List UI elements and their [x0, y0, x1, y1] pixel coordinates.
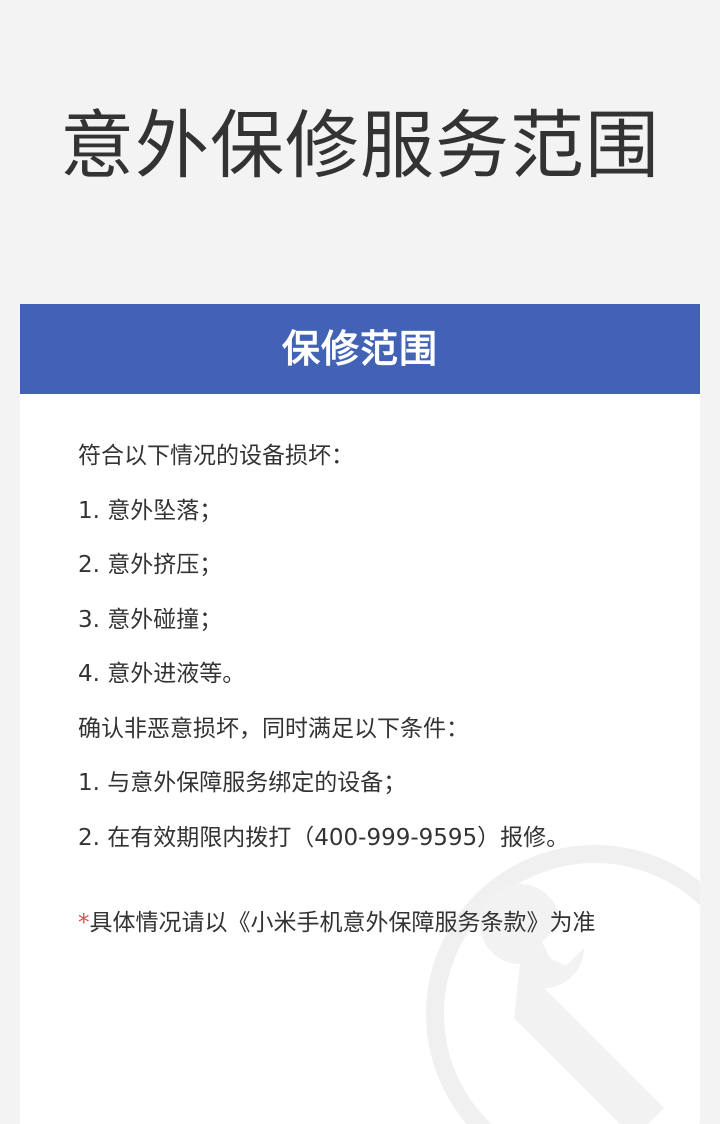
condition-intro-text: 确认非恶意损坏，同时满足以下条件：	[78, 715, 469, 742]
damage-item: 4. 意外进液等。	[78, 661, 246, 687]
damage-item: 1. 意外坠落；	[78, 497, 223, 524]
damage-item: 3. 意外碰撞；	[78, 606, 223, 633]
note-text: 具体情况请以《小米手机意外保障服务条款》为准	[89, 909, 596, 936]
note-asterisk: *	[78, 909, 90, 936]
terms-note: *具体情况请以《小米手机意外保障服务条款》为准	[78, 907, 700, 939]
condition-item: 2. 在有效期限内拨打（400-999-9595）报修。	[78, 824, 570, 851]
page-title: 意外保修服务范围	[60, 103, 660, 189]
condition-item: 1. 与意外保障服务绑定的设备；	[78, 770, 407, 796]
coverage-card: 保修范围 符合以下情况的设备损坏： 1. 意外坠落； 2. 意外挤压； 3. 意…	[20, 304, 700, 1124]
card-body: 符合以下情况的设备损坏： 1. 意外坠落； 2. 意外挤压； 3. 意外碰撞； …	[20, 394, 700, 939]
intro-text: 符合以下情况的设备损坏：	[78, 443, 354, 469]
damage-item: 2. 意外挤压；	[78, 552, 223, 578]
card-header: 保修范围	[20, 304, 700, 394]
